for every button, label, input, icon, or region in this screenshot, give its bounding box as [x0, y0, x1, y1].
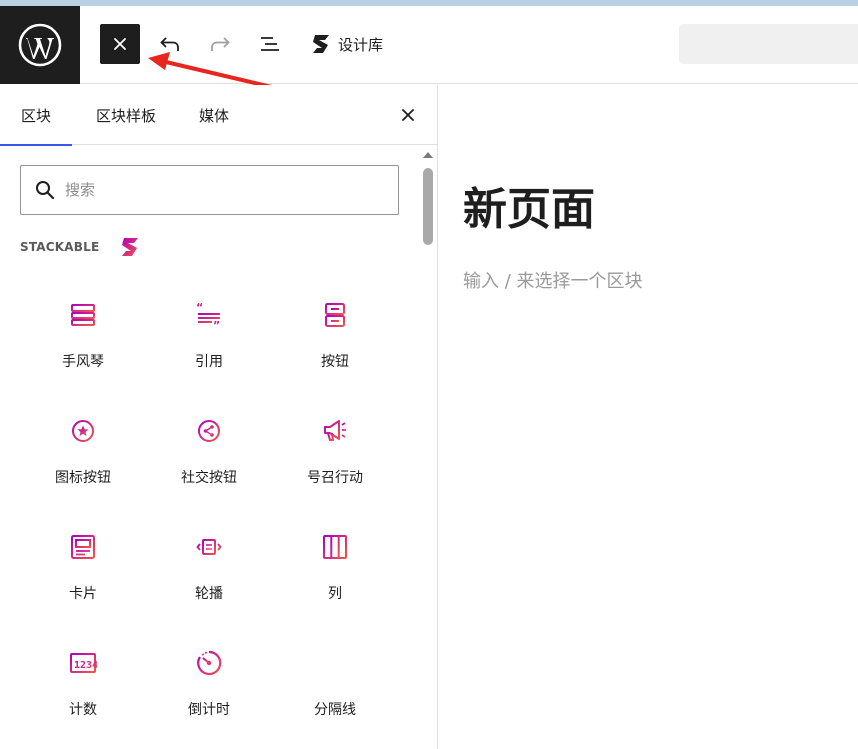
block-item-count-up[interactable]: 1234 计数	[20, 629, 146, 745]
design-library-label: 设计库	[338, 35, 384, 54]
document-overview-button[interactable]	[256, 30, 284, 58]
block-item-carousel[interactable]: 轮播	[146, 513, 272, 629]
undo-icon	[160, 37, 179, 51]
block-item-accordion[interactable]: 手风琴	[20, 281, 146, 397]
icon-button-icon	[72, 420, 94, 442]
tab-patterns[interactable]: 区块样板	[80, 85, 172, 145]
block-item-blockquote[interactable]: “ ” 引用	[146, 281, 272, 397]
call-to-action-icon	[324, 420, 346, 441]
block-label: 分隔线	[314, 702, 356, 718]
tab-blocks[interactable]: 区块	[0, 85, 72, 146]
wordpress-icon	[18, 23, 62, 67]
block-label: 引用	[195, 354, 223, 370]
redo-button[interactable]	[206, 30, 234, 58]
editor-canvas: 新页面 输入 / 来选择一个区块	[439, 85, 858, 749]
list-view-icon	[261, 37, 279, 51]
block-inserter-panel: 区块 区块样板 媒体 STACKABLE	[0, 85, 438, 749]
scrollbar-thumb[interactable]	[423, 168, 433, 245]
block-item-icon-button[interactable]: 图标按钮	[20, 397, 146, 513]
tab-patterns-label: 区块样板	[95, 106, 156, 125]
close-panel-button[interactable]	[396, 103, 420, 127]
block-label: 图标按钮	[55, 470, 111, 486]
design-library-button[interactable]: 设计库	[310, 30, 383, 58]
block-item-social-buttons[interactable]: 社交按钮	[146, 397, 272, 513]
editor-header: 设计库	[0, 6, 858, 84]
block-label: 轮播	[195, 586, 223, 602]
category-header: STACKABLE	[20, 237, 141, 257]
command-palette-bar[interactable]	[679, 24, 858, 64]
block-item-columns[interactable]: 列	[272, 513, 398, 629]
carousel-icon	[196, 539, 222, 555]
block-item-countdown[interactable]: 倒计时	[146, 629, 272, 745]
inserter-tabs: 区块 区块样板 媒体	[0, 85, 438, 146]
close-icon	[114, 38, 126, 50]
columns-icon	[323, 535, 347, 559]
countdown-icon	[197, 650, 222, 676]
tab-media[interactable]: 媒体	[186, 85, 242, 145]
undo-button[interactable]	[156, 30, 184, 58]
block-label: 按钮	[321, 354, 349, 370]
svg-text:“: “	[196, 301, 203, 314]
count-up-icon: 1234	[70, 653, 97, 673]
block-item-card[interactable]: 卡片	[20, 513, 146, 629]
divider-icon	[323, 662, 347, 664]
block-item-call-to-action[interactable]: 号召行动	[272, 397, 398, 513]
card-icon	[71, 535, 95, 559]
block-label: 手风琴	[62, 354, 104, 370]
block-label: 社交按钮	[181, 470, 237, 486]
blockquote-icon: “ ”	[196, 301, 220, 329]
tab-blocks-label: 区块	[20, 106, 51, 125]
block-label: 卡片	[69, 586, 97, 602]
redo-icon	[211, 37, 230, 51]
social-buttons-icon	[198, 420, 220, 442]
default-block-appender[interactable]: 输入 / 来选择一个区块	[463, 267, 643, 293]
svg-text:”: ”	[213, 319, 220, 329]
block-label: 列	[328, 586, 342, 602]
scroll-up-arrow-icon[interactable]	[423, 152, 433, 158]
block-item-button[interactable]: 按钮	[272, 281, 398, 397]
search-icon	[36, 181, 55, 200]
close-block-inserter-button[interactable]	[100, 24, 140, 64]
stackable-logo-icon	[313, 35, 329, 53]
tab-media-label: 媒体	[198, 106, 229, 125]
wordpress-logo-button[interactable]	[0, 6, 80, 84]
block-label: 号召行动	[307, 470, 363, 486]
block-label: 计数	[69, 702, 97, 718]
accordion-icon	[71, 304, 95, 326]
svg-text:1234: 1234	[74, 660, 97, 671]
block-search-input[interactable]	[65, 181, 365, 199]
page-title[interactable]: 新页面	[463, 173, 595, 237]
button-icon	[325, 303, 345, 327]
close-icon	[402, 109, 414, 121]
stackable-logo-icon	[122, 238, 139, 256]
category-label: STACKABLE	[20, 240, 100, 254]
block-item-divider[interactable]: 分隔线	[272, 629, 398, 745]
block-search-field[interactable]	[20, 165, 399, 215]
block-label: 倒计时	[188, 702, 230, 718]
panel-scrollbar[interactable]	[419, 148, 437, 748]
